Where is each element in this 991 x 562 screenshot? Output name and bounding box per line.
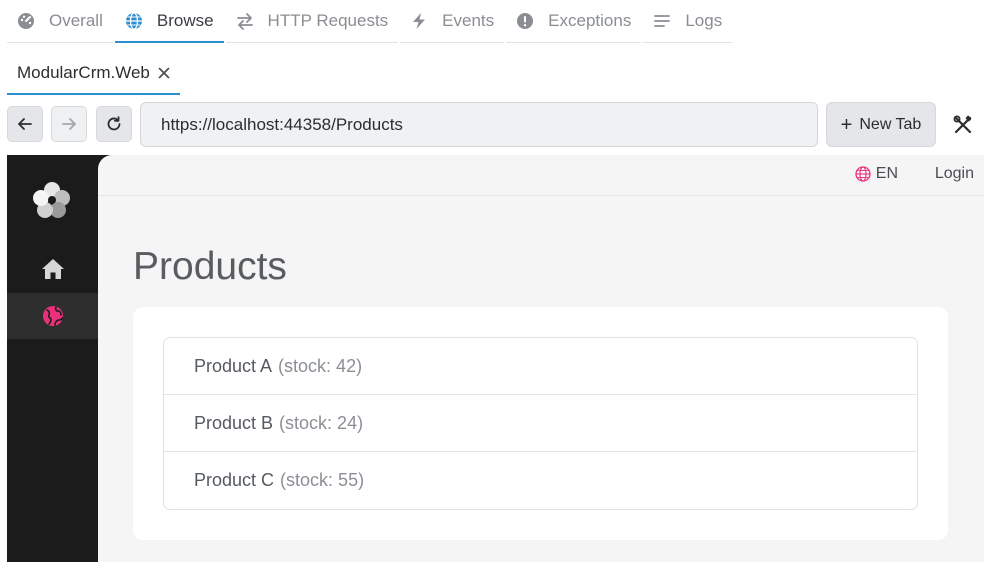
dashboard-icon (17, 12, 35, 30)
product-stock: (stock: 55) (280, 470, 365, 490)
tools-icon[interactable] (951, 113, 975, 137)
address-bar[interactable] (140, 102, 818, 147)
reload-icon (106, 116, 122, 132)
app-tab-modularcrm[interactable]: ModularCrm.Web (7, 52, 180, 95)
sidebar-item-products[interactable] (7, 293, 98, 339)
app-content: EN Login Products Product A (stock: 42) … (98, 155, 984, 562)
app-header: EN Login (98, 155, 984, 196)
new-tab-label: New Tab (859, 115, 922, 133)
page-title: Products (133, 245, 287, 288)
arrow-left-icon (17, 116, 33, 132)
language-label: EN (875, 165, 898, 182)
globe-icon (42, 305, 64, 327)
list-item: Product C (stock: 55) (164, 452, 917, 509)
product-name: Product B (194, 412, 274, 433)
close-icon[interactable] (158, 67, 170, 79)
globe-icon (855, 166, 871, 182)
forward-button[interactable] (51, 106, 87, 142)
tab-label: HTTP Requests (267, 11, 389, 30)
tab-exceptions[interactable]: Exceptions (506, 0, 642, 43)
tab-http-requests[interactable]: HTTP Requests (225, 0, 399, 43)
app-sidebar (7, 155, 98, 562)
product-name: Product A (194, 355, 273, 376)
browser-viewport: EN Login Products Product A (stock: 42) … (7, 155, 984, 562)
list-item: Product A (stock: 42) (164, 338, 917, 395)
login-link[interactable]: Login (935, 165, 974, 183)
tab-events[interactable]: Events (400, 0, 505, 43)
products-card: Product A (stock: 42) Product B (stock: … (133, 307, 948, 540)
tab-overall[interactable]: Overall (7, 0, 113, 43)
arrows-exchange-icon (236, 12, 254, 30)
new-tab-button[interactable]: + New Tab (826, 102, 936, 147)
plus-icon: + (840, 113, 853, 136)
reload-button[interactable] (96, 106, 132, 142)
products-list: Product A (stock: 42) Product B (stock: … (163, 337, 918, 510)
back-button[interactable] (7, 106, 43, 142)
url-input[interactable] (161, 114, 817, 135)
sidebar-item-home[interactable] (7, 246, 98, 292)
product-stock: (stock: 24) (279, 412, 364, 433)
exclamation-circle-icon (516, 12, 534, 30)
lines-icon (653, 12, 671, 30)
tab-label: Exceptions (548, 11, 632, 30)
tab-label: Events (442, 11, 495, 30)
tab-label: Browse (156, 10, 214, 30)
language-selector[interactable]: EN (855, 165, 898, 183)
tab-label: Logs (685, 11, 723, 30)
app-tab-label: ModularCrm.Web (17, 62, 150, 82)
arrow-right-icon (61, 116, 77, 132)
tab-browse[interactable]: Browse (114, 0, 224, 43)
product-name: Product C (194, 470, 275, 490)
app-logo (31, 179, 73, 221)
product-stock: (stock: 42) (278, 355, 363, 376)
globe-icon (125, 11, 143, 30)
top-navigation: Overall Browse HTTP Requests Events Exce… (0, 0, 734, 43)
home-icon (41, 258, 65, 280)
list-item: Product B (stock: 24) (164, 395, 917, 452)
browser-toolbar: + New Tab (7, 102, 991, 147)
tab-label: Overall (49, 11, 103, 30)
lightning-icon (410, 12, 428, 30)
tab-logs[interactable]: Logs (643, 0, 733, 43)
app-tabs: ModularCrm.Web (7, 52, 180, 95)
